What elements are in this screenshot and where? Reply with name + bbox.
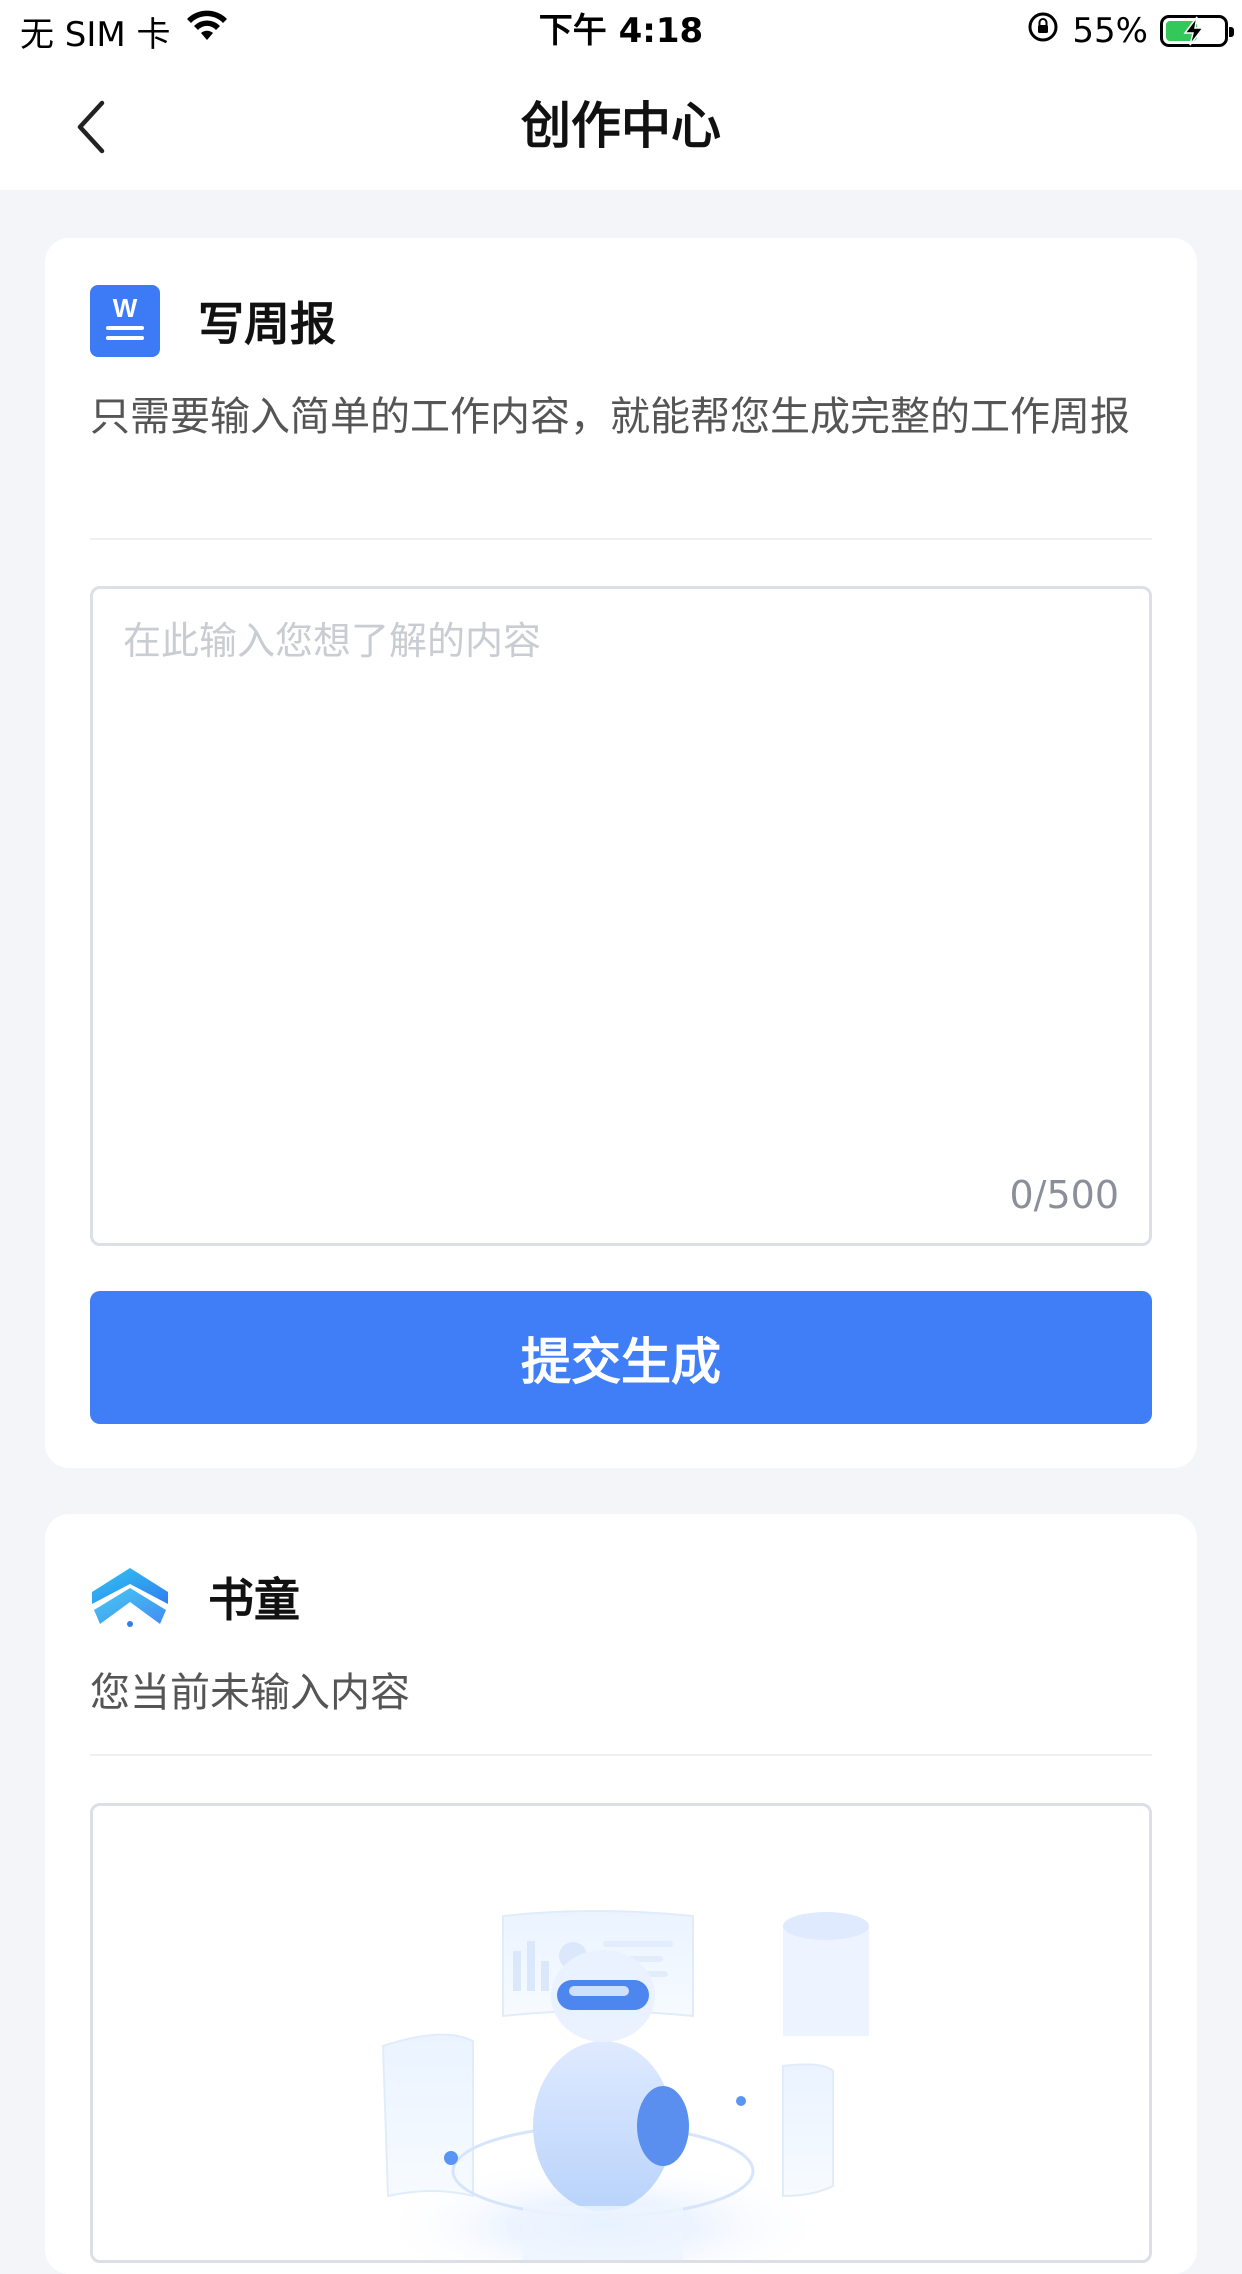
- content-input[interactable]: [93, 589, 1149, 1243]
- battery-charging-icon: [1160, 15, 1234, 47]
- battery-cap: [1229, 27, 1234, 37]
- svg-text:W: W: [113, 293, 138, 323]
- battery-percent: 55%: [1072, 11, 1148, 51]
- shutong-header: 书童: [90, 1559, 300, 1635]
- char-counter: 0/500: [1009, 1173, 1119, 1217]
- weekly-report-title: 写周报: [198, 297, 336, 351]
- chevron-left-icon: [77, 100, 105, 154]
- shutong-status-text: 您当前未输入内容: [90, 1670, 410, 1716]
- shutong-title: 书童: [208, 1573, 300, 1627]
- weekly-report-header: W 写周报: [90, 283, 336, 359]
- weekly-report-description: 只需要输入简单的工作内容，就能帮您生成完整的工作周报: [90, 394, 1130, 440]
- divider: [90, 1754, 1152, 1756]
- divider: [90, 538, 1152, 540]
- charging-bolt-icon: [1183, 16, 1205, 46]
- content-input-box: 0/500: [90, 586, 1152, 1246]
- status-right: 55%: [1026, 8, 1234, 54]
- result-box: [90, 1803, 1152, 2263]
- shutong-logo-icon: [90, 1562, 170, 1632]
- shutong-card: 书童 您当前未输入内容: [45, 1514, 1197, 2274]
- back-button[interactable]: [60, 92, 120, 162]
- nav-bar: 创作中心: [0, 62, 1242, 190]
- status-bar: 无 SIM 卡 下午 4:18 55%: [0, 0, 1242, 62]
- page-title: 创作中心: [521, 97, 721, 155]
- weekly-report-card: W 写周报 只需要输入简单的工作内容，就能帮您生成完整的工作周报 0/500 提…: [45, 238, 1197, 1468]
- submit-button[interactable]: 提交生成: [90, 1291, 1152, 1424]
- rotation-lock-icon: [1026, 10, 1060, 53]
- word-document-icon: W: [90, 285, 160, 357]
